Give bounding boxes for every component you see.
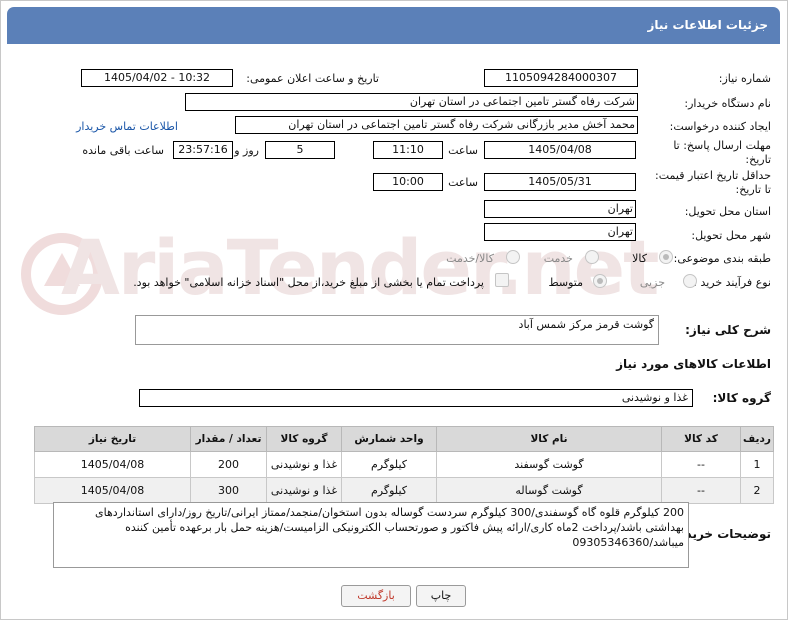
- deadline-date-field: 1405/04/08: [484, 141, 636, 159]
- validity-date-field: 1405/05/31: [484, 173, 636, 191]
- validity-label-date: تا تاریخ:: [735, 183, 771, 196]
- cell-quantity: 200: [190, 451, 267, 478]
- city-label: شهر محل تحویل:: [691, 229, 771, 242]
- deadline-label: مهلت ارسال پاسخ: تا: [673, 139, 771, 152]
- col-name: نام کالا: [436, 426, 662, 452]
- buyer-notes-textarea[interactable]: 200 کیلوگرم قلوه گاه گوسفندی/300 کیلوگرم…: [53, 502, 689, 568]
- table-row: 1 -- گوشت گوسفند کیلوگرم غذا و نوشیدنی 2…: [34, 451, 774, 478]
- province-label: استان محل تحویل:: [684, 205, 771, 218]
- deadline-label-date: تاریخ:: [745, 153, 771, 166]
- category-option-service: خدمت: [543, 252, 573, 265]
- goods-table: ردیف کد کالا نام کالا واحد شمارش گروه کا…: [34, 426, 774, 504]
- cell-quantity: 300: [190, 477, 267, 504]
- need-number-field: 1105094284000307: [484, 69, 638, 87]
- days-field: 5: [265, 141, 335, 159]
- cell-date: 1405/04/08: [34, 451, 191, 478]
- buyer-contact-link[interactable]: اطلاعات تماس خریدار: [76, 120, 178, 133]
- payment-checkbox[interactable]: [495, 273, 509, 287]
- category-option-goods: کالا: [632, 252, 647, 265]
- col-group: گروه کالا: [266, 426, 342, 452]
- category-radio-service[interactable]: [585, 250, 599, 264]
- buyer-org-field: شرکت رفاه گستر تامین اجتماعی در استان ته…: [185, 93, 638, 111]
- validity-time-label: ساعت: [448, 176, 478, 189]
- col-code: کد کالا: [661, 426, 741, 452]
- goods-section-title: اطلاعات کالاهای مورد نیاز: [616, 357, 771, 371]
- col-unit: واحد شمارش: [341, 426, 437, 452]
- col-date: تاریخ نیاز: [34, 426, 191, 452]
- deadline-time-label: ساعت: [448, 144, 478, 157]
- process-radio-minor[interactable]: [683, 274, 697, 288]
- process-label: نوع فرآیند خرید :: [693, 276, 771, 289]
- buyer-org-label: نام دستگاه خریدار:: [684, 97, 771, 110]
- remaining-time-field: 23:57:16: [173, 141, 233, 159]
- cell-unit: کیلوگرم: [341, 477, 437, 504]
- payment-note: پرداخت تمام یا بخشی از مبلغ خرید،از محل …: [133, 276, 484, 289]
- cell-row: 1: [740, 451, 774, 478]
- cell-name: گوشت گوسفند: [436, 451, 662, 478]
- page-title: جزئیات اطلاعات نیاز: [647, 18, 768, 32]
- process-option-medium: متوسط: [548, 276, 583, 289]
- validity-time-field: 10:00: [373, 173, 443, 191]
- cell-row: 2: [740, 477, 774, 504]
- need-number-label: شماره نیاز:: [718, 72, 771, 85]
- category-radio-goods[interactable]: [659, 250, 673, 264]
- cell-group: غذا و نوشیدنی: [266, 477, 342, 504]
- cell-name: گوشت گوساله: [436, 477, 662, 504]
- category-radio-goods-service[interactable]: [506, 250, 520, 264]
- cell-group: غذا و نوشیدنی: [266, 451, 342, 478]
- category-label: طبقه بندی موضوعی:: [673, 252, 771, 265]
- category-option-goods-service: کالا/خدمت: [446, 252, 494, 265]
- goods-group-label: گروه کالا:: [712, 391, 771, 405]
- days-label: روز و: [234, 144, 259, 157]
- description-textarea[interactable]: گوشت قرمز مرکز شمس آباد: [135, 315, 659, 345]
- requester-field: محمد آخش مدیر بازرگانی شرکت رفاه گستر تا…: [235, 116, 638, 134]
- announce-label: تاریخ و ساعت اعلان عمومی:: [246, 72, 379, 85]
- validity-label: حداقل تاریخ اعتبار قیمت:: [655, 169, 771, 182]
- cell-unit: کیلوگرم: [341, 451, 437, 478]
- city-field: تهران: [484, 223, 636, 241]
- cell-date: 1405/04/08: [34, 477, 191, 504]
- remaining-label: ساعت باقی مانده: [82, 144, 164, 157]
- page-header: جزئیات اطلاعات نیاز: [7, 7, 780, 44]
- announce-datetime-field: 1405/04/02 - 10:32: [81, 69, 233, 87]
- back-button[interactable]: بازگشت: [341, 585, 411, 607]
- print-button[interactable]: چاپ: [416, 585, 466, 607]
- deadline-time-field: 11:10: [373, 141, 443, 159]
- table-row: 2 -- گوشت گوساله کیلوگرم غذا و نوشیدنی 3…: [34, 477, 774, 504]
- col-row: ردیف: [740, 426, 774, 452]
- goods-group-field: غذا و نوشیدنی: [139, 389, 693, 407]
- col-quantity: تعداد / مقدار: [190, 426, 267, 452]
- province-field: تهران: [484, 200, 636, 218]
- requester-label: ایجاد کننده درخواست:: [669, 120, 771, 133]
- page-frame: AriaTender.net جزئیات اطلاعات نیاز شماره…: [0, 0, 788, 620]
- process-option-minor: جزیی: [639, 276, 665, 289]
- description-label: شرح کلی نیاز:: [685, 323, 771, 337]
- process-radio-medium[interactable]: [593, 274, 607, 288]
- cell-code: --: [661, 477, 741, 504]
- goods-table-header: ردیف کد کالا نام کالا واحد شمارش گروه کا…: [34, 426, 774, 452]
- cell-code: --: [661, 451, 741, 478]
